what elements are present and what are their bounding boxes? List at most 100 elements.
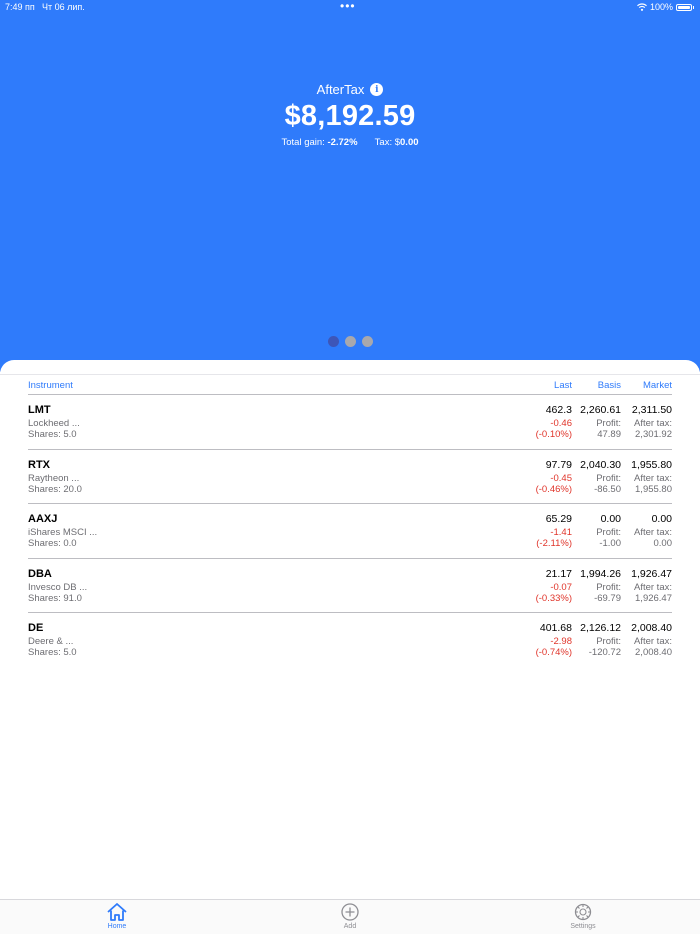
table-row[interactable]: AAXJ iShares MSCI ... Shares: 0.0 65.29 … xyxy=(28,504,672,559)
status-time: 7:49 пп xyxy=(5,2,35,12)
portfolio-summary-panel[interactable]: 7:49 пп Чт 06 лип. ••• 100% AfterTax i $… xyxy=(0,0,700,372)
profit-label: Profit: xyxy=(596,636,621,647)
tab-settings[interactable]: Settings xyxy=(553,902,613,930)
tab-bar: Home Add Settings xyxy=(0,899,700,934)
after-tax-label: After tax: xyxy=(633,472,672,484)
market-value: 0.00 xyxy=(651,513,672,525)
basis-value: 2,040.30 xyxy=(580,458,621,471)
tax-value: 0.00 xyxy=(400,137,419,148)
price-change: -0.46 xyxy=(550,418,572,429)
instrument-name: Deere & ... xyxy=(28,636,74,647)
battery-cap xyxy=(693,5,694,9)
after-tax-label: After tax: xyxy=(633,581,672,593)
profit-value: -120.72 xyxy=(588,647,621,658)
header-basis[interactable]: Basis xyxy=(598,380,621,391)
profit-value: -86.50 xyxy=(594,483,621,495)
after-tax-label: After tax: xyxy=(633,636,672,647)
profit-value: -1.00 xyxy=(599,538,621,549)
after-tax-label: After tax: xyxy=(633,418,672,429)
sheet-divider xyxy=(0,374,700,375)
price-change-percent: (-2.11%) xyxy=(536,538,572,549)
price-change-percent: (-0.46%) xyxy=(535,483,572,495)
tab-home-label: Home xyxy=(107,923,127,930)
price-change-percent: (-0.10%) xyxy=(535,429,572,440)
after-tax-value: 1,926.47 xyxy=(635,592,672,604)
instrument-symbol: DBA xyxy=(28,567,52,580)
instrument-shares: Shares: 5.0 xyxy=(28,429,77,440)
market-value: 1,926.47 xyxy=(631,567,672,580)
price-change: -0.45 xyxy=(550,472,572,484)
instrument-name: Lockheed ... xyxy=(28,418,80,429)
status-date: Чт 06 лип. xyxy=(42,2,85,12)
market-value: 2,311.50 xyxy=(631,404,672,416)
instrument-name: Invesco DB ... xyxy=(28,581,88,593)
header-instrument[interactable]: Instrument xyxy=(28,380,73,391)
instrument-name: iShares MSCI ... xyxy=(28,527,98,538)
table-header: Instrument Last Basis Market xyxy=(28,379,672,395)
table-row[interactable]: LMT Lockheed ... Shares: 5.0 462.3 -0.46… xyxy=(28,395,672,450)
header-last[interactable]: Last xyxy=(554,380,572,391)
price-change-percent: (-0.33%) xyxy=(535,592,572,604)
holdings-table: Instrument Last Basis Market LMT Lockhee… xyxy=(28,379,672,668)
table-row[interactable]: DE Deere & ... Shares: 5.0 401.68 -2.98 … xyxy=(28,613,672,668)
price-change-percent: (-0.74%) xyxy=(535,647,572,658)
total-gain-value: -2.72% xyxy=(327,137,358,148)
last-price: 65.29 xyxy=(545,513,572,525)
instrument-shares: Shares: 91.0 xyxy=(28,592,82,604)
after-tax-value: 2,008.40 xyxy=(635,647,672,658)
page-dot[interactable] xyxy=(344,336,356,347)
last-price: 97.79 xyxy=(545,458,572,471)
portfolio-value: $8,192.59 xyxy=(284,100,416,132)
gear-icon xyxy=(574,903,592,921)
after-tax-label: After tax: xyxy=(633,527,672,538)
price-change: -1.41 xyxy=(550,527,572,538)
page-dot[interactable] xyxy=(327,336,339,347)
profit-value: 47.89 xyxy=(597,429,621,440)
profit-label: Profit: xyxy=(596,418,621,429)
multitasking-dots-icon[interactable]: ••• xyxy=(340,0,356,12)
app-title: AfterTax xyxy=(316,82,365,97)
instrument-name: Raytheon ... xyxy=(28,472,80,484)
wifi-icon xyxy=(637,3,647,11)
after-tax-value: 0.00 xyxy=(653,538,673,549)
tab-home[interactable]: Home xyxy=(87,902,147,930)
instrument-shares: Shares: 0.0 xyxy=(28,538,77,549)
price-change: -0.07 xyxy=(550,581,572,593)
instrument-shares: Shares: 20.0 xyxy=(28,483,82,495)
table-row[interactable]: DBA Invesco DB ... Shares: 91.0 21.17 -0… xyxy=(28,559,672,613)
instrument-symbol: AAXJ xyxy=(28,513,58,525)
basis-value: 1,994.26 xyxy=(580,567,621,580)
profit-label: Profit: xyxy=(596,581,621,593)
market-value: 2,008.40 xyxy=(631,622,672,634)
tab-settings-label: Settings xyxy=(570,923,596,930)
tax-label: Tax: $ xyxy=(374,137,401,148)
status-indicators: 100% xyxy=(637,2,694,12)
page-dot[interactable] xyxy=(361,336,373,347)
page-indicator[interactable] xyxy=(0,336,700,347)
instrument-symbol: DE xyxy=(28,622,44,634)
instrument-shares: Shares: 5.0 xyxy=(28,647,77,658)
after-tax-value: 1,955.80 xyxy=(635,483,672,495)
table-row[interactable]: RTX Raytheon ... Shares: 20.0 97.79 -0.4… xyxy=(28,450,672,504)
basis-value: 0.00 xyxy=(600,513,621,525)
profit-label: Profit: xyxy=(596,472,621,484)
price-change: -2.98 xyxy=(550,636,572,647)
basis-value: 2,260.61 xyxy=(580,404,621,416)
status-bar: 7:49 пп Чт 06 лип. ••• 100% xyxy=(0,0,700,16)
tab-add-label: Add xyxy=(343,923,357,930)
battery-percent: 100% xyxy=(649,2,673,12)
total-gain-label: Total gain: xyxy=(281,137,325,148)
after-tax-value: 2,301.92 xyxy=(635,429,672,440)
last-price: 401.68 xyxy=(539,622,572,634)
last-price: 462.3 xyxy=(545,404,572,416)
last-price: 21.17 xyxy=(545,567,572,580)
tab-add[interactable]: Add xyxy=(320,902,380,930)
basis-value: 2,126.12 xyxy=(580,622,621,634)
info-icon[interactable]: i xyxy=(370,83,384,96)
instrument-symbol: LMT xyxy=(28,404,51,416)
home-icon xyxy=(107,903,127,921)
profit-label: Profit: xyxy=(596,527,621,538)
header-market[interactable]: Market xyxy=(643,380,672,391)
instrument-symbol: RTX xyxy=(28,458,50,471)
hero-summary-line: Total gain: -2.72% Tax: $0.00 xyxy=(0,137,700,148)
